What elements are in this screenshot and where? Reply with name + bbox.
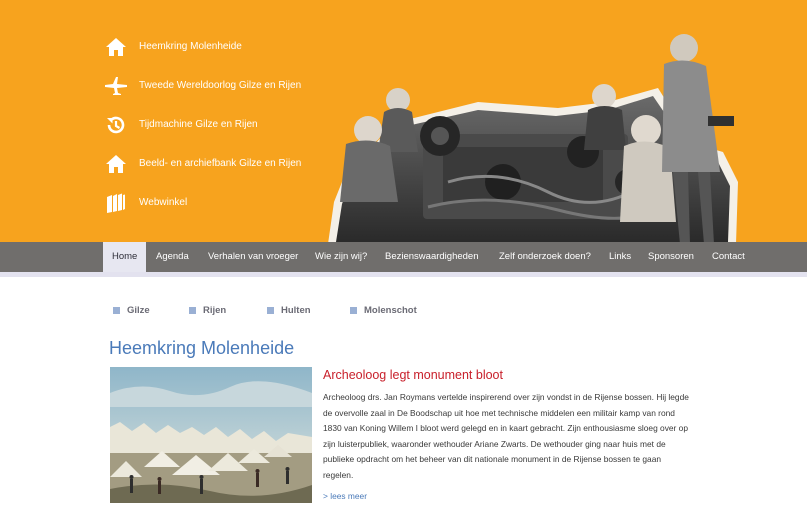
article-image[interactable] — [110, 367, 312, 503]
page-title: Heemkring Molenheide — [109, 338, 295, 358]
article-body-line: Archeoloog drs. Jan Roymans vertelde ins… — [323, 392, 689, 402]
home-icon — [104, 35, 128, 59]
header-link-label: Heemkring Molenheide — [139, 41, 242, 52]
place-link-hulten[interactable]: Hulten — [267, 305, 311, 316]
nav-underline-strip — [0, 272, 807, 277]
nav-sponsoren[interactable]: Sponsoren — [648, 242, 694, 272]
place-link-gilze[interactable]: Gilze — [113, 305, 150, 316]
nav-contact[interactable]: Contact — [712, 242, 745, 272]
header-link-label: Beeld- en archiefbank Gilze en Rijen — [139, 158, 302, 169]
header-link-label: Webwinkel — [139, 197, 188, 208]
article-body-line: regelen. — [323, 469, 354, 480]
place-link-molenschot[interactable]: Molenschot — [350, 305, 417, 316]
article-title[interactable]: Archeoloog legt monument bloot — [323, 368, 763, 382]
article-body-line: zijn luisterpubliek, waaronder wethouder… — [323, 438, 666, 449]
header-link-tijdmachine[interactable]: Tijdmachine Gilze en Rijen — [104, 105, 301, 144]
header-link-label: Tweede Wereldoorlog Gilze en Rijen — [139, 80, 302, 91]
nav-home[interactable]: Home — [103, 242, 147, 272]
article-body-line: publieke opdracht om het beheer van dit … — [323, 454, 662, 465]
place-label: Hulten — [281, 305, 311, 316]
square-bullet-icon — [350, 307, 357, 314]
historic-workshop-photo — [328, 32, 748, 242]
header-link-webwinkel[interactable]: Webwinkel — [104, 183, 301, 222]
square-bullet-icon — [189, 307, 196, 314]
place-label: Rijen — [203, 305, 227, 316]
header-link-label: Tijdmachine Gilze en Rijen — [139, 119, 258, 130]
header-links: Heemkring Molenheide Tweede Wereldoorlog… — [104, 27, 301, 222]
article-body-line: 1830 van Koning Willem I bloot werd gele… — [323, 423, 688, 434]
article-body: Archeoloog drs. Jan Roymans vertelde ins… — [323, 390, 763, 484]
site-header: Heemkring Molenheide Tweede Wereldoorlog… — [0, 0, 807, 242]
nav-agenda[interactable]: Agenda — [156, 242, 189, 272]
history-icon — [104, 113, 128, 137]
place-label: Molenschot — [364, 305, 417, 316]
square-bullet-icon — [113, 307, 120, 314]
header-link-beeldbank[interactable]: Beeld- en archiefbank Gilze en Rijen — [104, 144, 301, 183]
home-icon — [104, 152, 128, 176]
header-link-heemkring[interactable]: Heemkring Molenheide — [104, 27, 301, 66]
article-body-line: de overvolle zaal in De Boodschap uit ho… — [323, 407, 675, 418]
square-bullet-icon — [267, 307, 274, 314]
news-article: Archeoloog legt monument bloot Archeoloo… — [323, 368, 763, 501]
read-more-link[interactable]: > lees meer — [323, 491, 763, 501]
nav-bezienswaardigheden[interactable]: Bezienswaardigheden — [385, 242, 478, 272]
main-navigation: Home Agenda Verhalen van vroeger Wie zij… — [0, 242, 807, 277]
nav-zelf-onderzoek[interactable]: Zelf onderzoek doen? — [499, 242, 591, 272]
airplane-icon — [104, 74, 128, 98]
place-links: Gilze Rijen Hulten Molenschot — [0, 305, 807, 319]
place-label: Gilze — [127, 305, 150, 316]
place-link-rijen[interactable]: Rijen — [189, 305, 226, 316]
nav-verhalen-van-vroeger[interactable]: Verhalen van vroeger — [208, 242, 298, 272]
nav-wie-zijn-wij[interactable]: Wie zijn wij? — [315, 242, 367, 272]
books-icon — [104, 191, 128, 215]
nav-links[interactable]: Links — [609, 242, 631, 272]
header-link-tweede-wereldoorlog[interactable]: Tweede Wereldoorlog Gilze en Rijen — [104, 66, 301, 105]
